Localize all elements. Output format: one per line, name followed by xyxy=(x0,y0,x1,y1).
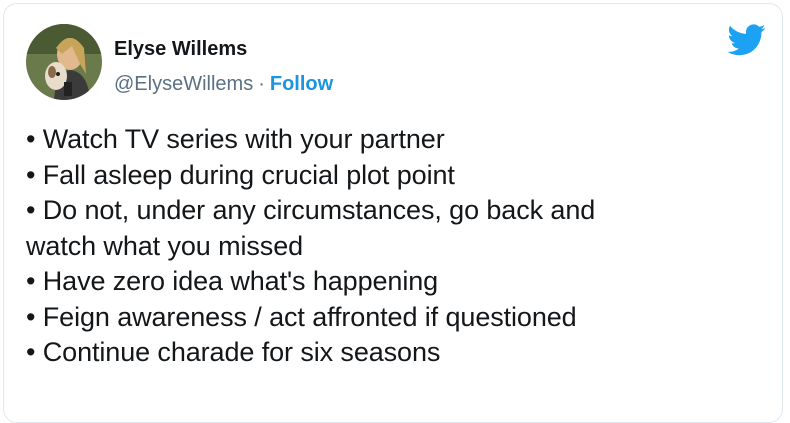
tweet-line: • Feign awareness / act affronted if que… xyxy=(26,301,577,332)
tweet-line: • Have zero idea what's happening xyxy=(26,266,439,296)
author-name[interactable]: Elyse Willems xyxy=(114,38,247,61)
tweet-line: • Watch TV series with your partner xyxy=(26,124,445,154)
tweet-text: • Watch TV series with your partner • Fa… xyxy=(26,122,766,371)
separator-dot: · xyxy=(258,73,265,95)
tweet-line: • Fall asleep during crucial plot point xyxy=(26,159,455,190)
handle-row: @ElyseWillems · Follow xyxy=(114,73,333,96)
tweet-line: • Continue charade for six seasons xyxy=(26,337,441,367)
tweet-line: • Do not, under any circumstances, go ba… xyxy=(26,195,596,225)
tweet-line: watch what you missed xyxy=(26,230,304,261)
author-handle[interactable]: @ElyseWillems xyxy=(114,73,253,95)
tweet-card: Elyse Willems @ElyseWillems · Follow • Wat… xyxy=(3,3,783,423)
follow-link[interactable]: Follow xyxy=(270,73,333,95)
avatar[interactable] xyxy=(26,24,102,100)
twitter-bird-icon[interactable] xyxy=(727,24,766,56)
